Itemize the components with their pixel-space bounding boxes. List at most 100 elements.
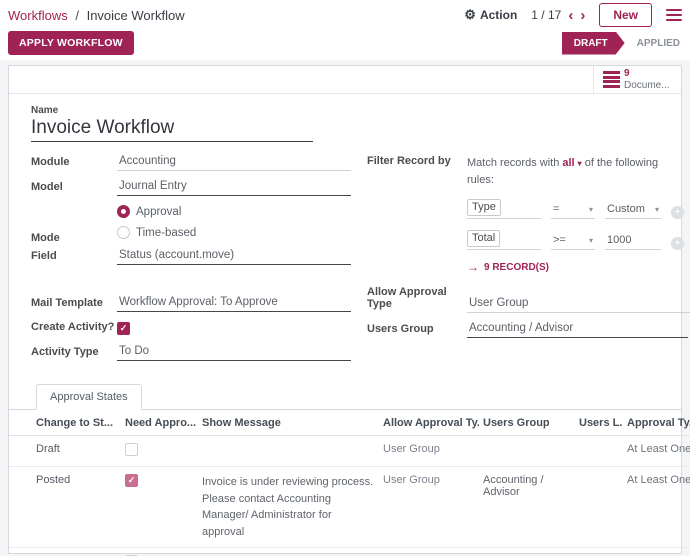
message-cell — [198, 548, 379, 556]
rule-field-input[interactable]: Type — [467, 197, 541, 219]
approval-type-cell: User Group — [379, 436, 479, 467]
users-list-cell — [575, 548, 623, 556]
documents-stat-button[interactable]: 9 Docume... — [593, 66, 681, 93]
rule-operator-select[interactable]: >=▾ — [551, 234, 595, 250]
mode-field-label: Mode — [31, 232, 117, 247]
mode-approval-label: Approval — [136, 206, 181, 218]
hamburger-menu-icon[interactable] — [666, 6, 682, 24]
create-activity-field-label: Create Activity? — [31, 321, 117, 336]
button-box: 9 Docume... — [9, 66, 681, 94]
filter-rule-row: Type =▾ Custom▾ + ... — [467, 197, 690, 219]
state-cell: Posted — [9, 467, 121, 548]
documents-label: Docume... — [624, 80, 670, 92]
form-sheet: 9 Docume... Name Invoice Workflow Module… — [8, 65, 682, 554]
allow-approval-type-field-label: Allow Approval Type — [367, 286, 467, 313]
column-header-need-approval[interactable]: Need Appro... — [121, 410, 198, 436]
approval-policy-cell: At Least One — [623, 467, 690, 548]
filter-record-by-label: Filter Record by — [367, 155, 467, 170]
module-field-label: Module — [31, 156, 117, 171]
control-panel: Workflows / Invoice Workflow ⚙ Action 1 … — [0, 0, 690, 60]
chevron-down-icon: ▾ — [578, 159, 582, 168]
add-rule-icon[interactable]: + — [671, 237, 684, 250]
model-field-label: Model — [31, 181, 117, 196]
column-header-change-to-state[interactable]: Change to St... — [9, 410, 121, 436]
new-button[interactable]: New — [599, 3, 652, 27]
breadcrumb: Workflows / Invoice Workflow — [8, 8, 185, 23]
status-bar: DRAFT APPLIED — [562, 32, 682, 55]
state-cell: Cancelled — [9, 548, 121, 556]
action-menu-label: Action — [480, 8, 517, 22]
message-cell — [198, 436, 379, 467]
users-group-input[interactable]: Accounting / Advisor — [467, 322, 688, 338]
breadcrumb-separator: / — [75, 8, 79, 23]
users-group-cell: Accounting / Advisor — [479, 467, 575, 548]
add-rule-icon[interactable]: + — [671, 206, 684, 219]
chevron-down-icon: ▾ — [589, 205, 593, 214]
filter-match-line: Match records with all ▾ of the followin… — [467, 155, 663, 188]
mail-template-field-label: Mail Template — [31, 297, 117, 312]
activity-type-field-label: Activity Type — [31, 346, 117, 361]
create-activity-checkbox[interactable] — [117, 322, 130, 335]
tab-approval-states[interactable]: Approval States — [36, 384, 142, 410]
mail-template-input[interactable]: Workflow Approval: To Approve — [117, 296, 351, 312]
rule-value-input[interactable]: 1000 — [605, 234, 661, 250]
apply-workflow-button[interactable]: APPLY WORKFLOW — [8, 31, 134, 55]
message-cell: Invoice is under reviewing process. Plea… — [198, 467, 379, 548]
field-field-label: Field — [31, 250, 117, 265]
pager-value: 1 / 17 — [531, 8, 561, 22]
activity-type-input[interactable]: To Do — [117, 345, 351, 361]
need-approval-checkbox[interactable] — [125, 474, 138, 487]
action-menu-button[interactable]: ⚙ Action — [464, 7, 517, 23]
mode-time-based-radio[interactable] — [117, 226, 130, 239]
rule-value-select[interactable]: Custom▾ — [605, 203, 661, 219]
field-input[interactable]: Status (account.move) — [117, 249, 351, 265]
documents-count: 9 — [624, 68, 670, 80]
need-approval-checkbox[interactable] — [125, 443, 138, 456]
rule-operator-select[interactable]: =▾ — [551, 203, 595, 219]
column-header-show-message[interactable]: Show Message — [198, 410, 379, 436]
breadcrumb-current: Invoice Workflow — [87, 8, 185, 23]
allow-approval-type-input[interactable]: User Group — [467, 297, 690, 313]
status-draft[interactable]: DRAFT — [562, 32, 625, 55]
pager-next-icon[interactable]: › — [580, 8, 585, 23]
pager-previous-icon[interactable]: ‹ — [568, 8, 573, 23]
documents-list-icon — [603, 70, 620, 90]
approval-type-cell: User Group — [379, 548, 479, 556]
column-header-approval-type[interactable]: Approval Ty... — [623, 410, 690, 436]
filter-match-operator-dropdown[interactable]: all ▾ — [562, 157, 581, 169]
records-count-link[interactable]: → 9 RECORD(S) — [467, 260, 690, 274]
name-input[interactable]: Invoice Workflow — [31, 117, 313, 142]
users-group-field-label: Users Group — [367, 323, 467, 338]
users-list-cell — [575, 436, 623, 467]
table-row[interactable]: Draft User Group At Least One — [9, 436, 690, 467]
module-input[interactable]: Accounting — [117, 155, 351, 171]
table-row[interactable]: Posted Invoice is under reviewing proces… — [9, 467, 690, 548]
users-group-cell — [479, 436, 575, 467]
mode-time-based-label: Time-based — [136, 227, 196, 239]
approval-policy-cell: At Least One — [623, 548, 690, 556]
users-list-cell — [575, 467, 623, 548]
column-header-users-group[interactable]: Users Group — [479, 410, 575, 436]
status-applied[interactable]: APPLIED — [637, 38, 680, 49]
chevron-down-icon: ▾ — [655, 205, 659, 214]
column-header-users-list[interactable]: Users L... — [575, 410, 623, 436]
breadcrumb-parent-link[interactable]: Workflows — [8, 8, 68, 23]
approval-policy-cell: At Least One — [623, 436, 690, 467]
model-input[interactable]: Journal Entry — [117, 180, 351, 196]
gear-icon: ⚙ — [464, 7, 476, 23]
arrow-right-icon: → — [467, 260, 479, 274]
name-field-label: Name — [31, 105, 659, 116]
users-group-cell — [479, 548, 575, 556]
state-cell: Draft — [9, 436, 121, 467]
chevron-down-icon: ▾ — [589, 236, 593, 245]
notebook: Approval States Change to St... Need App… — [9, 384, 681, 556]
pager: 1 / 17 ‹ › — [531, 8, 585, 23]
rule-field-input[interactable]: Total — [467, 228, 541, 250]
form-view: 9 Docume... Name Invoice Workflow Module… — [0, 60, 690, 554]
filter-rule-row: Total >=▾ 1000 + ... — [467, 228, 690, 250]
mode-approval-radio[interactable] — [117, 205, 130, 218]
column-header-allow-approval-type[interactable]: Allow Approval Ty... — [379, 410, 479, 436]
approval-type-cell: User Group — [379, 467, 479, 548]
approval-states-table: Change to St... Need Appro... Show Messa… — [9, 410, 690, 556]
table-row[interactable]: Cancelled User Group At Least One — [9, 548, 690, 556]
